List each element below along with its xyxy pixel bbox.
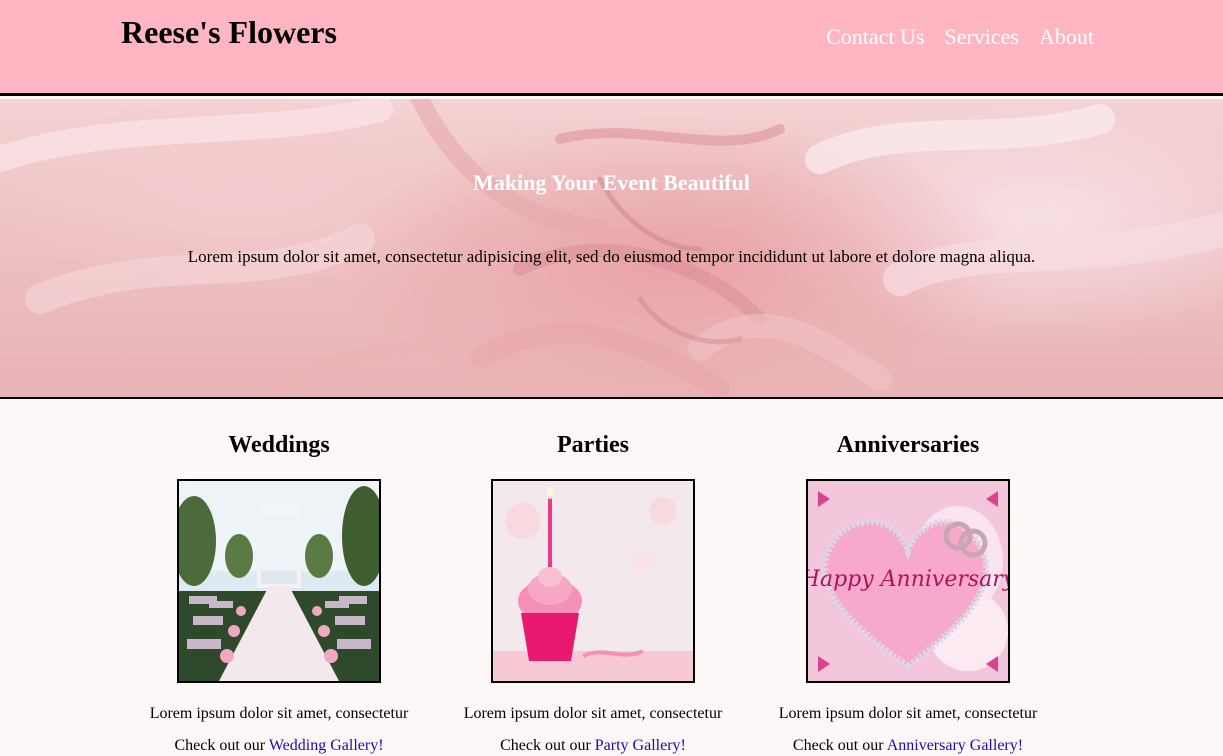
service-card-weddings: Weddings Lorem ipsum dolor sit amet, con… xyxy=(121,430,437,756)
hero-description: Lorem ipsum dolor sit amet, consectetur … xyxy=(187,247,1036,266)
anniversaries-image[interactable]: Happy Anniversary xyxy=(806,479,1010,683)
anniversary-image-text: Happy Anniversary xyxy=(808,567,1008,592)
anniversary-gallery-link[interactable]: Anniversary Gallery! xyxy=(887,737,1023,754)
card-title: Weddings xyxy=(228,432,330,458)
card-description: Lorem ipsum dolor sit amet, consectetur xyxy=(149,705,409,722)
card-gallery-line: Check out our Wedding Gallery! xyxy=(174,737,384,754)
card-gallery-line: Check out our Party Gallery! xyxy=(500,737,686,754)
service-card-parties: Parties Lorem ipsum dolor sit amet, cons… xyxy=(435,430,751,756)
card-description: Lorem ipsum dolor sit amet, consectetur xyxy=(778,705,1038,722)
party-gallery-link[interactable]: Party Gallery! xyxy=(595,737,686,754)
nav-contact-us[interactable]: Contact Us xyxy=(826,24,924,50)
parties-image[interactable] xyxy=(491,479,695,683)
wedding-gallery-link[interactable]: Wedding Gallery! xyxy=(269,737,384,754)
hero-banner: Making Your Event Beautiful Lorem ipsum … xyxy=(0,99,1223,399)
card-gallery-line: Check out our Anniversary Gallery! xyxy=(792,737,1024,754)
service-card-anniversaries: Anniversaries Happy Anniversary Lorem ip… xyxy=(750,430,1066,756)
site-header: Reese's Flowers Contact Us Services Abou… xyxy=(0,0,1223,96)
nav-about[interactable]: About xyxy=(1039,24,1094,50)
hero-title: Making Your Event Beautiful xyxy=(473,170,750,195)
weddings-image[interactable] xyxy=(177,479,381,683)
main-nav: Contact Us Services About xyxy=(826,24,1094,50)
site-brand[interactable]: Reese's Flowers xyxy=(121,14,337,51)
card-description: Lorem ipsum dolor sit amet, consectetur xyxy=(463,705,723,722)
card-title: Anniversaries xyxy=(836,432,980,458)
nav-services[interactable]: Services xyxy=(944,24,1019,50)
card-title: Parties xyxy=(557,432,629,458)
